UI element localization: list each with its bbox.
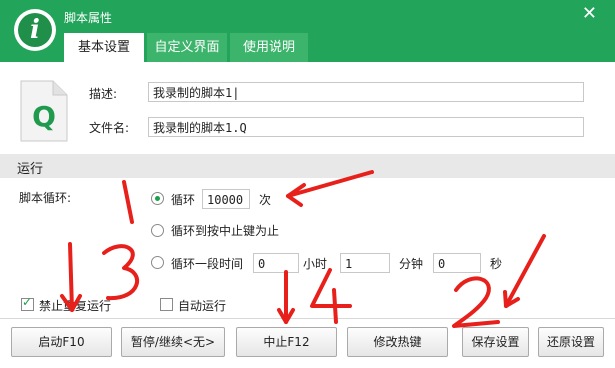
minute-unit: 分钟 xyxy=(399,257,424,271)
tab-basic-settings[interactable]: 基本设置 xyxy=(64,33,144,62)
restore-settings-button[interactable]: 还原设置 xyxy=(538,327,604,357)
logo-glyph: i xyxy=(18,13,52,47)
radio-duration-label: 循环一段时间 xyxy=(171,257,244,271)
start-button[interactable]: 启动F10 xyxy=(11,327,112,357)
title-bar: i 脚本属性 ✕ 基本设置 自定义界面 使用说明 xyxy=(0,0,615,62)
run-section-title: 运行 xyxy=(17,162,44,177)
second-unit: 秒 xyxy=(490,257,503,271)
edit-hotkey-button[interactable]: 修改热键 xyxy=(347,327,448,357)
description-field[interactable]: 我录制的脚本1| xyxy=(148,82,584,102)
duration-hours-input[interactable]: 1 xyxy=(340,253,390,273)
info-logo-icon: i xyxy=(14,9,56,51)
script-file-icon: Q xyxy=(20,80,68,142)
run-section-header: 运行 xyxy=(0,154,615,178)
filename-field[interactable]: 我录制的脚本1.Q xyxy=(148,117,584,137)
main-panel: Q 描述: 我录制的脚本1| 文件名: 我录制的脚本1.Q 运行 脚本循环: 循… xyxy=(0,62,615,368)
window-title: 脚本属性 xyxy=(64,11,113,25)
save-settings-button[interactable]: 保存设置 xyxy=(462,327,529,357)
tab-custom-ui[interactable]: 自定义界面 xyxy=(147,33,227,62)
radio-until-stop[interactable] xyxy=(151,224,164,237)
description-label: 描述: xyxy=(89,87,118,101)
no-repeat-checkbox[interactable] xyxy=(21,295,34,311)
duration-days-input[interactable]: 0 xyxy=(253,253,299,273)
auto-run-label: 自动运行 xyxy=(178,299,227,313)
loop-label: 脚本循环: xyxy=(19,191,72,205)
hour-unit: 小时 xyxy=(303,257,328,271)
duration-minutes-input[interactable]: 0 xyxy=(433,253,481,273)
filename-label: 文件名: xyxy=(89,121,130,135)
tab-usage-guide[interactable]: 使用说明 xyxy=(230,33,308,62)
times-unit: 次 xyxy=(259,193,272,207)
close-icon[interactable]: ✕ xyxy=(582,5,597,23)
file-type-letter: Q xyxy=(32,100,56,133)
radio-loop-count[interactable] xyxy=(151,192,164,205)
radio-duration[interactable] xyxy=(151,256,164,269)
stop-button[interactable]: 中止F12 xyxy=(236,327,337,357)
pause-resume-button[interactable]: 暂停/继续<无> xyxy=(121,327,225,357)
auto-run-checkbox[interactable] xyxy=(160,298,173,311)
radio-until-stop-label: 循环到按中止键为止 xyxy=(171,224,280,238)
radio-loop-count-label: 循环 xyxy=(171,193,196,207)
divider xyxy=(0,318,615,319)
script-properties-dialog: i 脚本属性 ✕ 基本设置 自定义界面 使用说明 Q 描述: 我录制的脚本1| … xyxy=(0,0,615,368)
loop-count-input[interactable]: 10000 xyxy=(202,189,250,209)
no-repeat-label: 禁止重复运行 xyxy=(39,299,112,313)
